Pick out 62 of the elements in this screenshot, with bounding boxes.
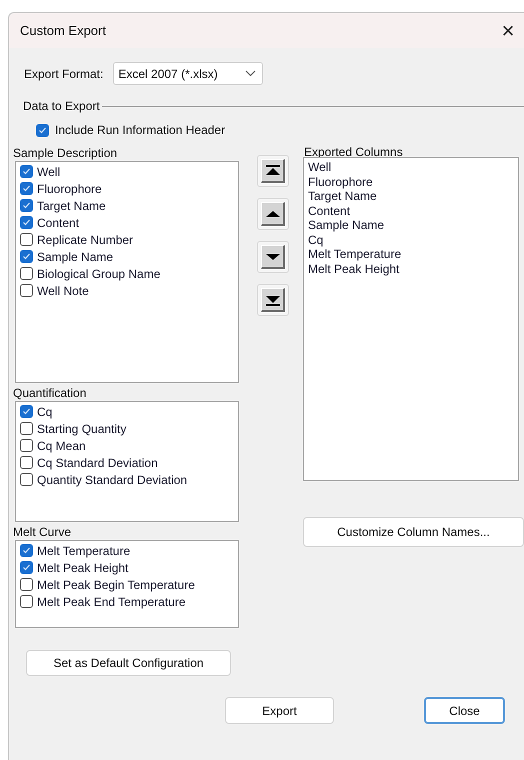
field-label: Export Format: [24,66,104,82]
list-item[interactable]: Cq [308,232,514,247]
customize-button[interactable]: Customize Column Names... [303,517,524,547]
move-button[interactable] [257,198,289,230]
checklist-item[interactable]: Melt Temperature [37,542,130,558]
group-label: Melt Curve [13,524,72,540]
checkbox[interactable] [20,544,33,557]
close-dialog-button[interactable]: Close [424,697,505,724]
window-title: Custom Export [20,22,106,40]
chevron-down-icon [245,70,256,77]
checklist-item[interactable]: Starting Quantity [37,420,126,436]
checklist-item[interactable]: Biological Group Name [37,266,160,282]
group-label: Quantification [13,385,88,401]
checkbox[interactable] [20,165,33,178]
checklist-item[interactable]: Melt Peak End Temperature [37,594,186,610]
list-item[interactable]: Content [308,204,514,218]
list-item[interactable]: Melt Temperature [308,247,514,262]
checklist-item[interactable]: Sample Name [37,248,114,264]
list-item[interactable]: Fluorophore [308,174,514,189]
set-default-button[interactable]: Set as Default Configuration [26,650,231,676]
checklist-item[interactable]: Melt Peak Begin Temperature [37,576,195,592]
move-button[interactable] [257,155,289,187]
checkbox[interactable] [20,422,33,435]
checklist-item[interactable]: Target Name [37,198,106,214]
list-item[interactable]: Sample Name [308,218,514,232]
checklist-item[interactable]: Content [37,214,80,230]
list-item[interactable]: Well [308,160,514,174]
checkbox[interactable] [20,561,33,574]
format-dropdown[interactable]: Excel 2007 (*.xlsx) [113,62,264,85]
move-button[interactable] [257,284,289,316]
checkbox[interactable] [20,199,33,212]
checkbox[interactable] [20,182,33,195]
export-button[interactable]: Export [225,697,334,724]
checklist-item[interactable]: Cq [37,404,52,420]
list-label: Exported Columns [304,145,404,157]
checklist-item[interactable]: Quantity Standard Deviation [37,472,188,488]
checkbox[interactable] [20,250,33,263]
checkbox[interactable] [36,124,49,136]
checkbox[interactable] [20,439,33,452]
checklist-item[interactable]: Melt Peak Height [37,560,128,576]
checkbox[interactable] [20,473,33,486]
checkbox-label[interactable]: Include Run Information Header [55,121,226,139]
checkbox[interactable] [20,456,33,469]
checkbox[interactable] [20,405,33,418]
checkbox[interactable] [20,578,33,591]
checkbox[interactable] [20,284,33,297]
list-item[interactable]: Target Name [308,189,514,204]
checklist-item[interactable]: Replicate Number [37,232,134,248]
checklist-item[interactable]: Fluorophore [37,180,102,196]
move-button[interactable] [257,241,289,273]
checklist-item[interactable]: Cq Standard Deviation [37,454,158,470]
checkbox[interactable] [20,595,33,608]
checkbox[interactable] [20,267,33,280]
section-label: Data to Export [23,98,101,115]
checklist-item[interactable]: Well [37,164,60,180]
checklist-item[interactable]: Well Note [37,282,89,298]
checklist-item[interactable]: Cq Mean [37,438,86,454]
list-item[interactable]: Melt Peak Height [308,262,514,276]
checkbox[interactable] [20,233,33,246]
checkbox[interactable] [20,216,33,229]
close-button[interactable]: × [498,20,518,42]
group-label: Sample Description [13,145,118,161]
